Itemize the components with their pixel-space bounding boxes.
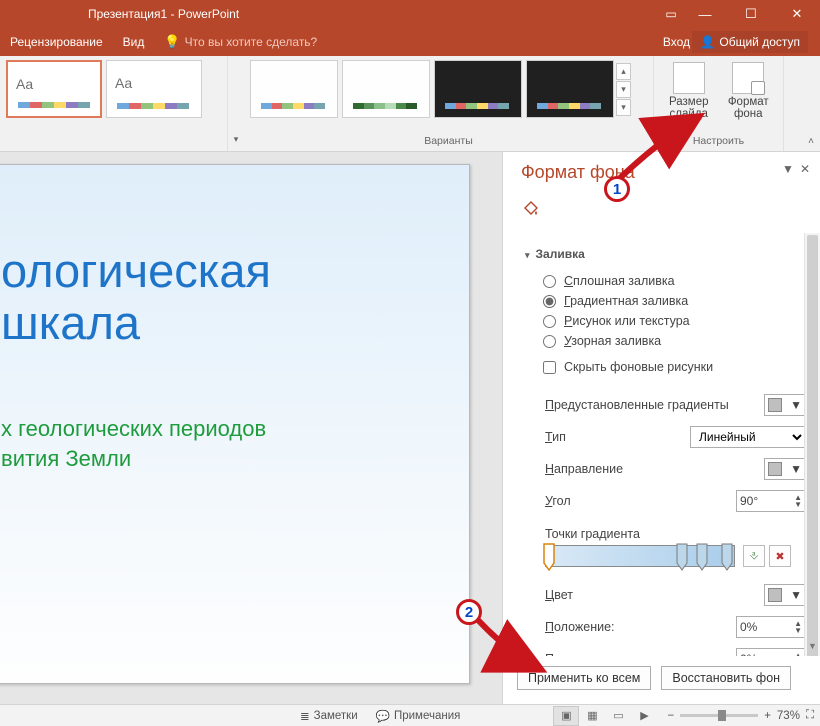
gradient-angle-input[interactable]: 90°▲▼	[736, 490, 806, 512]
theme-aa: Aa	[16, 76, 33, 92]
slide-size-icon	[673, 62, 705, 94]
gradient-position-label: Положение:	[545, 620, 615, 634]
radio-picture-fill[interactable]: Рисунок или текстура	[525, 311, 806, 331]
zoom-slider[interactable]	[680, 714, 758, 717]
radio-gradient-fill[interactable]: Градиентная заливка	[525, 291, 806, 311]
theme-thumb[interactable]: Aa	[6, 60, 102, 118]
ribbon-tabs: Рецензирование Вид 💡 Что вы хотите сдела…	[0, 28, 820, 56]
sign-in-link[interactable]: Вход	[663, 35, 690, 49]
gradient-stops-label: Точки градиента	[525, 517, 806, 545]
ribbon: Aa Aa ▾ ▴▾▾ Варианты	[0, 56, 820, 152]
share-label: Общий доступ	[719, 35, 800, 49]
variant-thumb[interactable]	[342, 60, 430, 118]
pane-footer: Применить ко всем Восстановить фон	[503, 656, 820, 704]
variant-thumb[interactable]	[250, 60, 338, 118]
variants-scroll[interactable]: ▴▾▾	[616, 60, 632, 118]
collapse-ribbon-button[interactable]: ˄	[808, 136, 814, 147]
gradient-transparency-label: Прозрачность	[545, 652, 626, 656]
window-title: Презентация1 - PowerPoint	[88, 7, 239, 21]
slide-size-label: Размер слайда	[660, 96, 718, 120]
tell-me-search[interactable]: 💡 Что вы хотите сделать?	[154, 28, 327, 56]
maximize-button[interactable]: ☐	[728, 0, 774, 28]
variant-thumb[interactable]	[526, 60, 614, 118]
fit-to-window-button[interactable]: ⛶	[806, 709, 814, 722]
minimize-button[interactable]: ―	[682, 0, 728, 28]
customize-group: Размер слайда Формат фона Настроить	[654, 56, 784, 151]
gradient-stop[interactable]	[676, 543, 688, 571]
bulb-icon: 💡	[164, 34, 180, 50]
title-bar: Презентация1 - PowerPoint ▭ ― ☐ ✕	[0, 0, 820, 28]
gradient-transparency-input[interactable]: 0%▲▼	[736, 648, 806, 656]
gradient-stop[interactable]	[696, 543, 708, 571]
share-button[interactable]: 👤 Общий доступ	[692, 31, 808, 53]
close-button[interactable]: ✕	[774, 0, 820, 28]
zoom-in-button[interactable]: +	[764, 710, 771, 722]
zoom-value[interactable]: 73%	[777, 710, 800, 722]
themes-more-button[interactable]: ▾	[228, 56, 244, 151]
themes-group: Aa Aa	[0, 56, 228, 151]
notes-icon: ≣	[300, 709, 310, 723]
apply-to-all-button[interactable]: Применить ко всем	[517, 666, 651, 690]
pane-scrollbar[interactable]: ▲▼	[804, 233, 820, 656]
slideshow-view-button[interactable]: ▶	[631, 706, 657, 726]
gradient-type-select[interactable]: Линейный	[690, 426, 806, 448]
comments-icon: 💬	[376, 709, 390, 723]
gradient-stop[interactable]	[543, 543, 555, 571]
gradient-color-dropdown[interactable]: ▼	[764, 584, 806, 606]
tab-review[interactable]: Рецензирование	[0, 28, 113, 56]
format-background-pane: Формат фона ▼ ✕ Заливка Сплошная заливка…	[502, 152, 820, 704]
zoom-control[interactable]: − + 73% ⛶	[667, 709, 814, 722]
add-gradient-stop-button[interactable]: ⎀	[743, 545, 765, 567]
radio-solid-fill[interactable]: Сплошная заливка	[525, 271, 806, 291]
main-area: ологическаяшкала х геологических периодо…	[0, 152, 820, 704]
variants-label: Варианты	[250, 135, 647, 149]
slide-canvas[interactable]: ологическаяшкала х геологических периодо…	[0, 164, 470, 684]
share-icon: 👤	[700, 35, 715, 49]
slide-subtitle[interactable]: х геологических периодоввития Земли	[1, 414, 469, 473]
slide-size-button[interactable]: Размер слайда	[660, 60, 718, 120]
gradient-stop[interactable]	[721, 543, 733, 571]
sorter-view-button[interactable]: ▦	[579, 706, 605, 726]
gradient-position-input[interactable]: 0%▲▼	[736, 616, 806, 638]
comments-button[interactable]: 💬Примечания	[376, 709, 461, 723]
preset-gradients-dropdown[interactable]: ▼	[764, 394, 806, 416]
status-bar: ≣Заметки 💬Примечания ▣ ▦ ▭ ▶ − + 73% ⛶	[0, 704, 820, 726]
view-buttons: ▣ ▦ ▭ ▶	[553, 706, 657, 726]
pane-close-button[interactable]: ✕	[800, 162, 810, 176]
checkbox-hide-bg-graphics[interactable]: Скрыть фоновые рисунки	[525, 357, 806, 377]
window-controls: ― ☐ ✕	[682, 0, 820, 28]
format-background-label: Формат фона	[720, 96, 778, 120]
tab-view[interactable]: Вид	[113, 28, 155, 56]
reset-background-button[interactable]: Восстановить фон	[661, 666, 791, 690]
variant-thumb[interactable]	[434, 60, 522, 118]
radio-pattern-fill[interactable]: Узорная заливка	[525, 331, 806, 351]
fill-section-header[interactable]: Заливка	[525, 239, 806, 271]
customize-label: Настроить	[660, 135, 777, 149]
gradient-direction-dropdown[interactable]: ▼	[764, 458, 806, 480]
pane-options-button[interactable]: ▼	[782, 162, 794, 176]
tell-me-placeholder: Что вы хотите сделать?	[185, 35, 318, 49]
gradient-color-label: Цвет	[545, 588, 573, 602]
reading-view-button[interactable]: ▭	[605, 706, 631, 726]
zoom-out-button[interactable]: −	[667, 710, 674, 722]
pane-title: Формат фона	[521, 162, 635, 183]
slide-title[interactable]: ологическаяшкала	[1, 245, 469, 348]
gradient-angle-label: Угол	[545, 494, 571, 508]
format-background-icon	[732, 62, 764, 94]
theme-aa: Aa	[115, 75, 132, 91]
variants-group: ▴▾▾ Варианты	[244, 56, 654, 151]
normal-view-button[interactable]: ▣	[553, 706, 579, 726]
gradient-direction-label: Направление	[545, 462, 623, 476]
gradient-stops-bar[interactable]	[545, 545, 735, 567]
gradient-type-label: Тип	[545, 430, 566, 444]
fill-tab-icon[interactable]	[503, 194, 820, 233]
slide-editor[interactable]: ологическаяшкала х геологических периодо…	[0, 152, 502, 704]
preset-gradients-label: Предустановленные градиенты	[545, 398, 729, 412]
theme-thumb[interactable]: Aa	[106, 60, 202, 118]
remove-gradient-stop-button[interactable]: ✖	[769, 545, 791, 567]
pane-body: Заливка Сплошная заливка Градиентная зал…	[503, 233, 820, 656]
notes-button[interactable]: ≣Заметки	[300, 709, 358, 723]
format-background-button[interactable]: Формат фона	[720, 60, 778, 120]
